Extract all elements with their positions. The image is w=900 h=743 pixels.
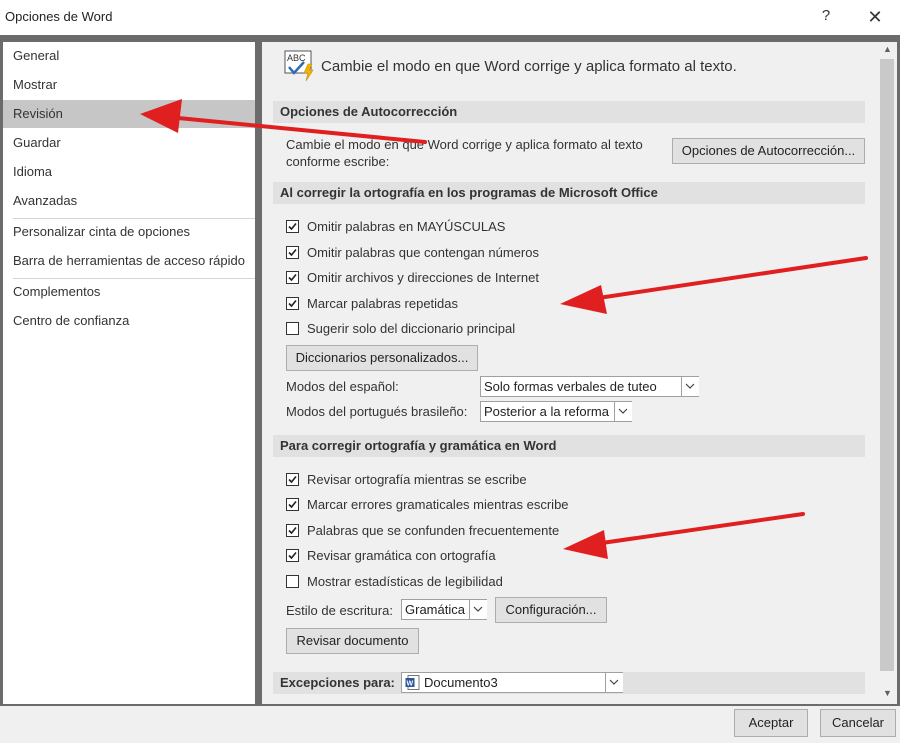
ok-button[interactable]: Aceptar [734,709,808,737]
select-value: Documento3 [424,675,498,690]
vertical-scrollbar[interactable]: ▲ ▼ [878,42,897,704]
grammar-settings-button[interactable]: Configuración... [495,597,607,623]
checkbox-check-grammar-with-spelling[interactable] [286,549,299,562]
help-button[interactable]: ? [818,7,834,24]
sidebar-item-revision[interactable]: Revisión [3,100,255,128]
spanish-modes-label: Modos del español: [286,379,399,394]
scroll-down-arrow-icon[interactable]: ▼ [878,688,897,698]
custom-dictionaries-button[interactable]: Diccionarios personalizados... [286,345,478,371]
checkbox-label: Palabras que se confunden frecuentemente [307,523,560,538]
spanish-modes-select[interactable]: Solo formas verbales de tuteo [480,376,699,397]
dialog-footer: Aceptar Cancelar [0,706,900,743]
section-title: Para corregir ortografía y gramática en … [280,438,557,453]
sidebar-item-complementos[interactable]: Complementos [3,278,255,306]
sidebar-item-personalizar-cinta[interactable]: Personalizar cinta de opciones [3,218,255,246]
checkbox-label: Marcar errores gramaticales mientras esc… [307,497,569,512]
svg-text:W: W [407,681,414,688]
checkbox-label: Revisar ortografía mientras se escribe [307,472,527,487]
checkbox-label: Omitir palabras en MAYÚSCULAS [307,219,506,234]
exceptions-label: Excepciones para: [280,675,395,690]
section-autocorrect: Opciones de Autocorrección [273,101,865,123]
checkbox-label: Revisar gramática con ortografía [307,548,496,563]
checkbox-label: Omitir palabras que contengan números [307,245,539,260]
checkbox-frequently-confused-words[interactable] [286,524,299,537]
chevron-down-icon[interactable] [469,600,487,619]
autocorrect-description-line2: conforme escribe: [286,154,390,169]
sidebar: General Mostrar Revisión Guardar Idioma … [3,42,255,704]
word-document-icon: W [405,675,420,690]
sidebar-item-centro-confianza[interactable]: Centro de confianza [3,307,255,335]
checkbox-label: Mostrar estadísticas de legibilidad [307,574,503,589]
autocorrect-description-line1: Cambie el modo en que Word corrige y apl… [286,137,643,152]
cancel-button[interactable]: Cancelar [820,709,896,737]
chevron-down-icon[interactable] [681,377,699,396]
chevron-down-icon[interactable] [605,673,623,692]
checkbox-check-spelling-as-you-type[interactable] [286,473,299,486]
close-button[interactable]: ✕ [862,5,888,29]
scroll-up-arrow-icon[interactable]: ▲ [878,44,897,54]
writing-style-select[interactable]: Gramática [401,599,487,620]
section-office-spelling: Al corregir la ortografía en los program… [273,182,865,204]
section-title: Opciones de Autocorrección [280,104,458,119]
sidebar-item-idioma[interactable]: Idioma [3,158,255,186]
sidebar-item-barra-acceso-rapido[interactable]: Barra de herramientas de acceso rápido [3,247,255,275]
select-value: Solo formas verbales de tuteo [484,379,657,394]
checkbox-readability-statistics[interactable] [286,575,299,588]
portuguese-modes-select[interactable]: Posterior a la reforma [480,401,632,422]
sidebar-item-avanzadas[interactable]: Avanzadas [3,187,255,215]
page-heading: Cambie el modo en que Word corrige y apl… [321,58,737,75]
main-panel: ABC Cambie el modo en que Word corrige y… [262,42,878,704]
portuguese-modes-label: Modos del portugués brasileño: [286,404,468,419]
checkbox-label: Marcar palabras repetidas [307,296,459,311]
check-document-button[interactable]: Revisar documento [286,628,419,654]
checkbox-omit-uppercase[interactable] [286,220,299,233]
sidebar-item-mostrar[interactable]: Mostrar [3,71,255,99]
select-value: Posterior a la reforma [484,404,609,419]
section-word-grammar: Para corregir ortografía y gramática en … [273,435,865,457]
autocorrect-options-button[interactable]: Opciones de Autocorrección... [672,138,865,164]
scrollbar-thumb[interactable] [880,59,894,671]
checkbox-label: Sugerir solo del diccionario principal [307,321,516,336]
chevron-down-icon[interactable] [614,402,632,421]
writing-style-label: Estilo de escritura: [286,603,393,618]
abc-spellcheck-icon: ABC [284,50,314,82]
checkbox-flag-repeated-words[interactable] [286,297,299,310]
checkbox-label: Omitir archivos y direcciones de Interne… [307,270,539,285]
sidebar-item-guardar[interactable]: Guardar [3,129,255,157]
checkbox-omit-numbers[interactable] [286,246,299,259]
checkbox-omit-internet-files[interactable] [286,271,299,284]
sidebar-item-general[interactable]: General [3,42,255,70]
checkbox-mark-grammar-errors[interactable] [286,498,299,511]
title-bar: Opciones de Word ? ✕ [0,0,900,35]
select-value: Gramática [405,602,465,617]
exceptions-document-select[interactable]: W Documento3 [401,672,623,693]
checkbox-main-dictionary-only[interactable] [286,322,299,335]
window-title: Opciones de Word [5,9,113,24]
section-title: Al corregir la ortografía en los program… [280,185,658,200]
